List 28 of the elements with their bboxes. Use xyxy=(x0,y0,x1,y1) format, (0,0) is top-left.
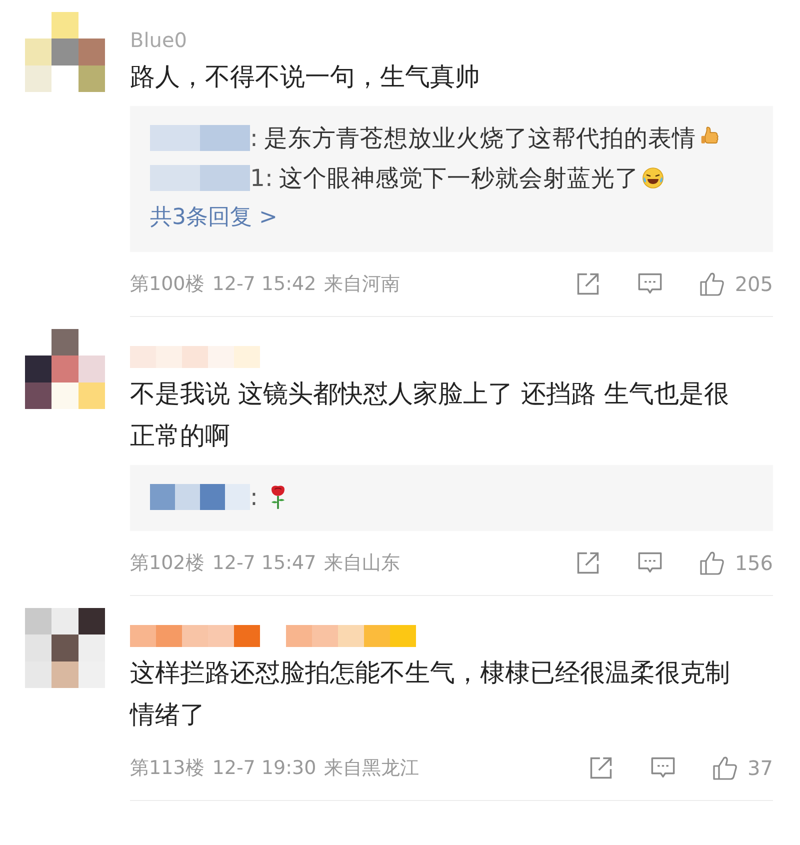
reply-author[interactable]: 1: xyxy=(250,164,273,192)
like-count: 205 xyxy=(734,272,773,296)
post-time: 12-7 15:47 xyxy=(212,552,316,574)
floor-number: 第100楼 xyxy=(130,272,204,297)
comment-text: 不是我说 这镜头都快怼人家脸上了 还挡路 生气也是很正常的啊 xyxy=(130,378,730,452)
reply-text: 是东方青苍想放业火烧了这帮代拍的表情 xyxy=(264,124,696,152)
share-icon[interactable] xyxy=(588,755,614,781)
floor-number: 第113楼 xyxy=(130,756,204,781)
reply-text: 这个眼神感觉下一秒就会射蓝光了 xyxy=(278,164,639,192)
post-location: 来自山东 xyxy=(324,551,400,576)
laughing-face-icon xyxy=(640,165,665,191)
more-replies-link[interactable]: 共3条回复 > xyxy=(150,198,753,238)
comment-text: 这样拦路还怼脸拍怎能不生气，棣棣已经很温柔很克制情绪了 xyxy=(130,657,731,731)
post-location: 来自黑龙江 xyxy=(324,756,420,781)
like-count: 156 xyxy=(734,551,773,575)
like-icon[interactable] xyxy=(712,755,738,781)
reply-author[interactable]: : xyxy=(250,124,258,152)
post-location: 来自河南 xyxy=(324,272,400,297)
floor-number: 第102楼 xyxy=(130,551,204,576)
share-icon[interactable] xyxy=(574,271,601,297)
like-icon[interactable] xyxy=(698,550,725,576)
post-time: 12-7 19:30 xyxy=(212,757,316,779)
reply-author[interactable]: : xyxy=(250,483,258,511)
like-icon[interactable] xyxy=(698,271,725,297)
like-count: 37 xyxy=(748,756,773,780)
comment-text: 路人，不得不说一句，生气真帅 xyxy=(130,61,481,93)
post-time: 12-7 15:42 xyxy=(212,273,316,295)
share-icon[interactable] xyxy=(574,550,601,576)
